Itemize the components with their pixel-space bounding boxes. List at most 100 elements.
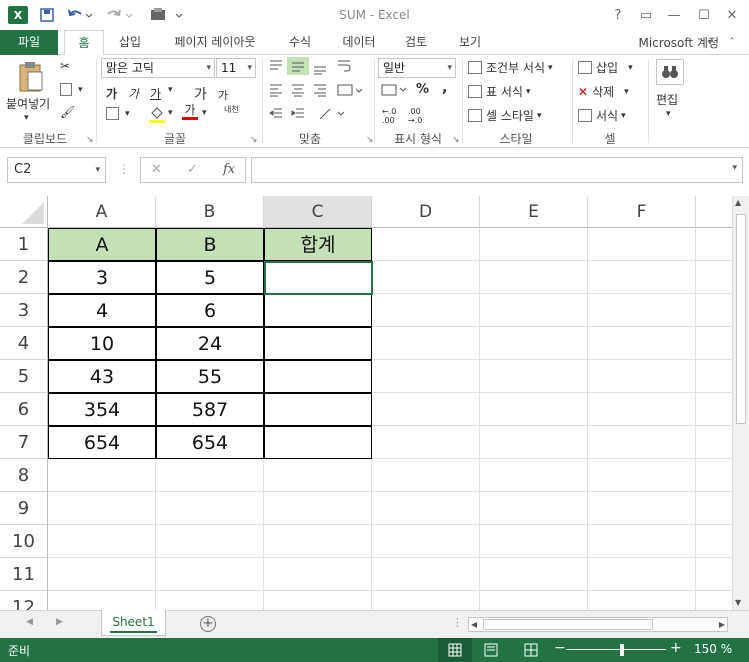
increase-decimal-icon[interactable]: ←.0.00 bbox=[382, 107, 396, 125]
delete-cells-button[interactable]: ✕ 삭제 ▾ bbox=[578, 83, 629, 100]
underline-dropdown-icon[interactable]: ▾ bbox=[168, 85, 173, 95]
cell-f10[interactable] bbox=[588, 525, 696, 558]
font-color-dropdown-icon[interactable]: ▾ bbox=[202, 108, 207, 118]
decrease-indent-icon[interactable] bbox=[268, 107, 284, 121]
cell-d8[interactable] bbox=[372, 459, 480, 492]
enter-icon[interactable]: ✓ bbox=[187, 162, 198, 177]
formula-input[interactable]: ▾ bbox=[251, 157, 743, 183]
tab-review[interactable]: 검토 bbox=[396, 30, 436, 55]
cell-c3[interactable] bbox=[264, 294, 372, 327]
cell-g1[interactable] bbox=[696, 228, 732, 261]
tab-page-layout[interactable]: 페이지 레이아웃 bbox=[162, 30, 268, 55]
comma-style-button[interactable]: , bbox=[442, 80, 447, 96]
cell-b10[interactable] bbox=[156, 525, 264, 558]
cell-b12[interactable] bbox=[156, 591, 264, 610]
cell-b6[interactable]: 587 bbox=[156, 393, 264, 426]
orientation-icon[interactable] bbox=[318, 107, 346, 121]
font-size-select[interactable]: 11 ▾ bbox=[216, 58, 256, 78]
cell-b4[interactable]: 24 bbox=[156, 327, 264, 360]
number-format-select[interactable]: 일반 ▾ bbox=[378, 58, 456, 78]
bold-button[interactable]: 가 bbox=[106, 85, 117, 102]
cell-d11[interactable] bbox=[372, 558, 480, 591]
cell-g7[interactable] bbox=[696, 426, 732, 459]
decrease-decimal-icon[interactable]: .00 →.0 bbox=[408, 107, 422, 125]
minimize-button[interactable]: — bbox=[662, 4, 686, 26]
cell-d6[interactable] bbox=[372, 393, 480, 426]
cell-f12[interactable] bbox=[588, 591, 696, 610]
sheet-tab-sheet1[interactable]: Sheet1 bbox=[101, 610, 166, 636]
cell-g11[interactable] bbox=[696, 558, 732, 591]
cell-f7[interactable] bbox=[588, 426, 696, 459]
align-center-icon[interactable] bbox=[290, 83, 306, 97]
cell-f11[interactable] bbox=[588, 558, 696, 591]
fill-color-icon[interactable] bbox=[148, 105, 166, 123]
cell-f8[interactable] bbox=[588, 459, 696, 492]
row-header-7[interactable]: 7 bbox=[0, 426, 48, 459]
zoom-out-button[interactable]: − bbox=[554, 640, 566, 656]
editing-button[interactable]: 편집 bbox=[656, 91, 678, 108]
cell-a12[interactable] bbox=[48, 591, 156, 610]
font-name-select[interactable]: 맑은 고딕 ▾ bbox=[101, 58, 215, 78]
cell-d3[interactable] bbox=[372, 294, 480, 327]
account-dropdown-icon[interactable]: ▾ bbox=[698, 31, 722, 53]
vertical-scrollbar[interactable]: ▲ ▼ bbox=[732, 196, 749, 610]
cell-f9[interactable] bbox=[588, 492, 696, 525]
cell-f3[interactable] bbox=[588, 294, 696, 327]
fill-color-dropdown-icon[interactable]: ▾ bbox=[168, 108, 173, 118]
row-header-2[interactable]: 2 bbox=[0, 261, 48, 294]
align-right-icon[interactable] bbox=[312, 83, 328, 97]
tab-home[interactable]: 홈 bbox=[64, 30, 104, 56]
select-all-button[interactable] bbox=[0, 196, 48, 228]
cell-e2[interactable] bbox=[480, 261, 588, 294]
zoom-level[interactable]: 150 % bbox=[694, 642, 732, 656]
cell-f5[interactable] bbox=[588, 360, 696, 393]
column-header-b[interactable]: B bbox=[156, 196, 264, 228]
cell-b5[interactable]: 55 bbox=[156, 360, 264, 393]
cell-c10[interactable] bbox=[264, 525, 372, 558]
cell-a7[interactable]: 654 bbox=[48, 426, 156, 459]
cell-c9[interactable] bbox=[264, 492, 372, 525]
tab-split-handle[interactable]: ⋮ bbox=[452, 616, 463, 629]
column-header-a[interactable]: A bbox=[48, 196, 156, 228]
scroll-up-icon[interactable]: ▲ bbox=[735, 198, 741, 207]
maximize-button[interactable]: ☐ bbox=[692, 4, 716, 26]
cell-f4[interactable] bbox=[588, 327, 696, 360]
column-header-d[interactable]: D bbox=[372, 196, 480, 228]
cell-a4[interactable]: 10 bbox=[48, 327, 156, 360]
add-sheet-button[interactable]: + bbox=[200, 616, 216, 632]
row-header-3[interactable]: 3 bbox=[0, 294, 48, 327]
horizontal-scroll-thumb[interactable] bbox=[483, 619, 653, 630]
cell-e3[interactable] bbox=[480, 294, 588, 327]
wrap-text-icon[interactable] bbox=[336, 59, 352, 73]
row-header-9[interactable]: 9 bbox=[0, 492, 48, 525]
cell-d1[interactable] bbox=[372, 228, 480, 261]
cell-e1[interactable] bbox=[480, 228, 588, 261]
cell-a10[interactable] bbox=[48, 525, 156, 558]
row-header-11[interactable]: 11 bbox=[0, 558, 48, 591]
cell-a1[interactable]: A bbox=[48, 228, 156, 261]
cell-f2[interactable] bbox=[588, 261, 696, 294]
row-header-12[interactable]: 12 bbox=[0, 591, 48, 610]
number-launcher-icon[interactable]: ↘ bbox=[452, 135, 460, 145]
prev-sheet-icon[interactable]: ◀ bbox=[26, 617, 33, 627]
column-header-e[interactable]: E bbox=[480, 196, 588, 228]
cell-e8[interactable] bbox=[480, 459, 588, 492]
cell-a6[interactable]: 354 bbox=[48, 393, 156, 426]
column-header-g[interactable] bbox=[696, 196, 732, 228]
cell-f6[interactable] bbox=[588, 393, 696, 426]
close-button[interactable]: ✕ bbox=[720, 4, 744, 26]
font-color-button[interactable]: 가 bbox=[182, 103, 198, 120]
cell-c2[interactable] bbox=[264, 261, 372, 294]
format-cells-button[interactable]: 서식 ▾ bbox=[578, 107, 626, 124]
row-header-10[interactable]: 10 bbox=[0, 525, 48, 558]
tab-file[interactable]: 파일 bbox=[0, 30, 58, 55]
vertical-scroll-thumb[interactable] bbox=[736, 214, 746, 424]
shrink-font-button[interactable]: 가 bbox=[218, 87, 228, 103]
cell-g9[interactable] bbox=[696, 492, 732, 525]
zoom-in-button[interactable]: + bbox=[670, 640, 682, 656]
paste-button[interactable]: 붙여넣기 bbox=[6, 95, 50, 112]
italic-button[interactable]: 가 bbox=[128, 85, 139, 102]
accounting-format-icon[interactable] bbox=[380, 83, 408, 97]
percent-style-button[interactable]: % bbox=[416, 82, 429, 97]
cell-e11[interactable] bbox=[480, 558, 588, 591]
